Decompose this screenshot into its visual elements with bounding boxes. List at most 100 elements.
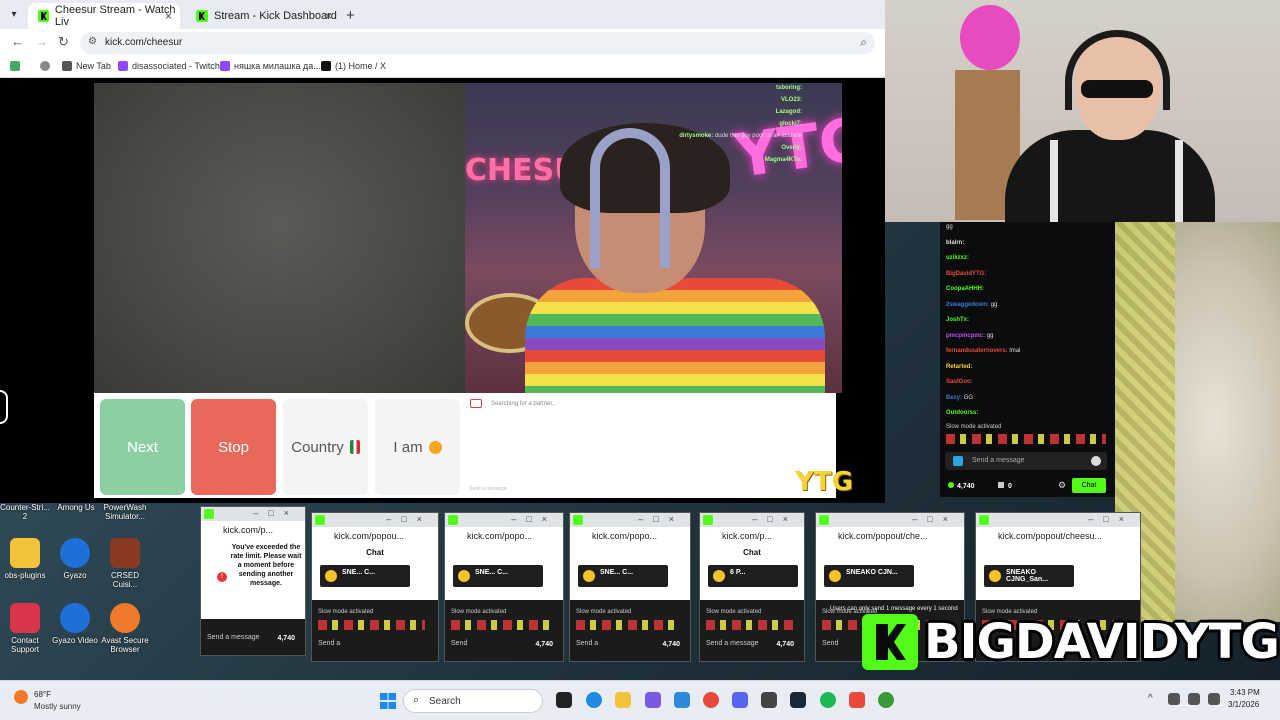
window-controls-icon[interactable]: –□× — [253, 508, 299, 518]
popout-address-bar[interactable]: kick.com/popout/che... — [816, 527, 964, 545]
popout-titlebar[interactable]: –□× — [976, 513, 1140, 527]
clock-time[interactable]: 3:43 PM — [1230, 688, 1260, 697]
edge-icon[interactable] — [586, 692, 602, 708]
globe-icon[interactable] — [40, 61, 54, 71]
discord-icon[interactable] — [732, 692, 748, 708]
side-chat-user[interactable]: BigDavidYTG: — [946, 271, 986, 277]
popout-titlebar[interactable]: –□× — [312, 513, 438, 527]
popout-titlebar[interactable]: –□× — [445, 513, 563, 527]
address-bar[interactable]: ⚙ kick.com/cheesur ⌕ — [80, 32, 875, 54]
tab-search-icon[interactable]: ▾ — [6, 7, 22, 23]
popout-titlebar[interactable]: –□× — [816, 513, 964, 527]
bookmark-twitch[interactable]: disassociated - Twitch — [118, 61, 220, 71]
side-chat-user[interactable]: 2swaggedown: — [946, 302, 989, 308]
close-tab-icon[interactable]: × — [325, 9, 332, 23]
spotify-icon[interactable] — [820, 692, 836, 708]
forward-icon[interactable]: → — [35, 34, 48, 49]
obs-icon[interactable] — [761, 692, 777, 708]
desktop-icon-gyazo[interactable]: Gyazo — [50, 538, 100, 580]
side-chat-input[interactable]: Send a message — [945, 452, 1107, 470]
bookmark-x[interactable]: (1) Home / X — [321, 61, 386, 71]
window-controls-icon[interactable]: –□× — [511, 514, 557, 524]
popout-address-bar[interactable]: kick.com/p... — [201, 521, 305, 539]
popout-chat-window[interactable]: –□× kick.com/popo... SNE... C... Slow mode … — [569, 512, 691, 662]
country-button[interactable]: Country — [283, 399, 368, 495]
side-chat-user[interactable]: JoshTx: — [946, 317, 969, 323]
popout-address-bar[interactable]: kick.com/popou... — [312, 527, 438, 545]
popout-send-input[interactable]: Send — [822, 640, 838, 647]
popout-titlebar[interactable]: –□× — [570, 513, 690, 527]
popout-chat-window[interactable]: –□× kick.com/popou... Chat SNE... C... Slow … — [311, 512, 439, 662]
desktop-icon-gyazo-video[interactable]: Gyazo Video — [50, 603, 100, 645]
desktop-icon-counter-strike[interactable]: Counter-Stri... 2 — [0, 503, 50, 521]
popout-address-bar[interactable]: kick.com/popout/cheesu... — [976, 527, 1140, 545]
emoji-icon[interactable] — [1091, 456, 1101, 466]
chrome-icon[interactable] — [878, 692, 894, 708]
desktop-icon-avast[interactable]: Avast Secure Browser — [100, 603, 150, 654]
popout-address-bar[interactable]: kick.com/popo... — [445, 527, 563, 545]
bookmark-russian[interactable]: няшка милашка да... — [220, 61, 321, 71]
next-button[interactable]: Next — [100, 399, 185, 495]
task-view-icon[interactable] — [556, 692, 572, 708]
back-icon[interactable]: ← — [11, 34, 24, 49]
reload-icon[interactable]: ↻ — [58, 34, 69, 50]
popout-send-input[interactable]: Send a message — [207, 634, 260, 641]
side-chat-user[interactable]: Bezy: — [946, 395, 962, 401]
app-icon[interactable] — [849, 692, 865, 708]
settings-gear-icon[interactable]: ⚙ — [1058, 480, 1066, 491]
bookmark-new-tab[interactable]: New Tab — [62, 61, 111, 71]
message-input[interactable]: Send a message — [469, 486, 507, 492]
new-tab-icon[interactable]: + — [346, 7, 355, 24]
start-button[interactable] — [380, 693, 396, 709]
store-icon[interactable] — [674, 692, 690, 708]
clock-date[interactable]: 3/1/2026 — [1228, 700, 1259, 709]
apps-icon[interactable] — [10, 61, 24, 71]
copilot-icon[interactable] — [645, 692, 661, 708]
popout-address-bar[interactable]: kick.com/p... — [700, 527, 804, 545]
window-controls-icon[interactable]: –□× — [912, 514, 958, 524]
side-chat-user[interactable]: pmcpmcpmc: — [946, 333, 985, 339]
desktop-icon-contact-support[interactable]: Contact Support — [0, 603, 50, 654]
side-chat-user[interactable]: SaulGoo: — [946, 379, 973, 385]
popout-chat-window[interactable]: –□× kick.com/p... Chat 6 P... Slow mode acti… — [699, 512, 805, 662]
zoom-icon[interactable]: ⌕ — [860, 35, 867, 50]
tray-expand-icon[interactable]: ^ — [1148, 693, 1153, 704]
window-controls-icon[interactable]: –□× — [386, 514, 432, 524]
taskbar-search[interactable]: ⌕ Search — [403, 689, 543, 713]
volume-icon[interactable] — [1208, 693, 1220, 705]
desktop-icon-obs-plugins[interactable]: obs-plugins — [0, 538, 50, 580]
popout-send-input[interactable]: Send a — [576, 640, 598, 647]
tab-dashboard[interactable]: Stream - Kick Dashboard × — [186, 3, 340, 29]
popout-send-input[interactable]: Send — [451, 640, 467, 647]
popout-chat-window[interactable]: –□× kick.com/popo... SNE... C... Slow mode … — [444, 512, 564, 662]
site-info-icon[interactable]: ⚙ — [88, 36, 98, 48]
close-tab-icon[interactable]: × — [165, 9, 172, 23]
side-chat-user[interactable]: Retarted: — [946, 364, 972, 370]
tab-cheesur[interactable]: Cheesur Stream - Watch Liv × — [28, 3, 180, 29]
popout-send-input[interactable]: Send a — [318, 640, 340, 647]
popout-address-bar[interactable]: kick.com/popo... — [570, 527, 690, 545]
popout-titlebar[interactable]: –□× — [201, 507, 305, 521]
window-controls-icon[interactable]: –□× — [1088, 514, 1134, 524]
popout-titlebar[interactable]: –□× — [700, 513, 804, 527]
side-chat-user[interactable]: CoopaAHHH: — [946, 286, 984, 292]
desktop-icon-among-us[interactable]: Among Us — [51, 503, 101, 512]
browser-icon[interactable] — [703, 692, 719, 708]
side-chat-user[interactable]: uzikzxz: — [946, 255, 969, 261]
popout-send-input[interactable]: Send a message — [706, 640, 759, 647]
side-chat-user[interactable]: blairn: — [946, 240, 964, 246]
desktop-icon-powerwash[interactable]: PowerWash Simulator... — [100, 503, 150, 521]
side-chat-user[interactable]: fernandusaternovers: — [946, 348, 1008, 354]
file-explorer-icon[interactable] — [615, 692, 631, 708]
desktop-icon-crsed[interactable]: CRSED Cuisi... — [100, 538, 150, 589]
steam-icon[interactable] — [790, 692, 806, 708]
microphone-icon[interactable] — [1168, 693, 1180, 705]
stop-button[interactable]: Stop — [191, 399, 276, 495]
weather-icon[interactable] — [14, 690, 28, 704]
chat-send-button[interactable]: Chat — [1072, 478, 1106, 493]
side-scroll-handle[interactable] — [0, 390, 8, 424]
side-chat-user[interactable]: Outdoorss: — [946, 410, 978, 416]
network-icon[interactable] — [1188, 693, 1200, 705]
window-controls-icon[interactable]: –□× — [638, 514, 684, 524]
i-am-button[interactable]: I am — [375, 399, 460, 495]
